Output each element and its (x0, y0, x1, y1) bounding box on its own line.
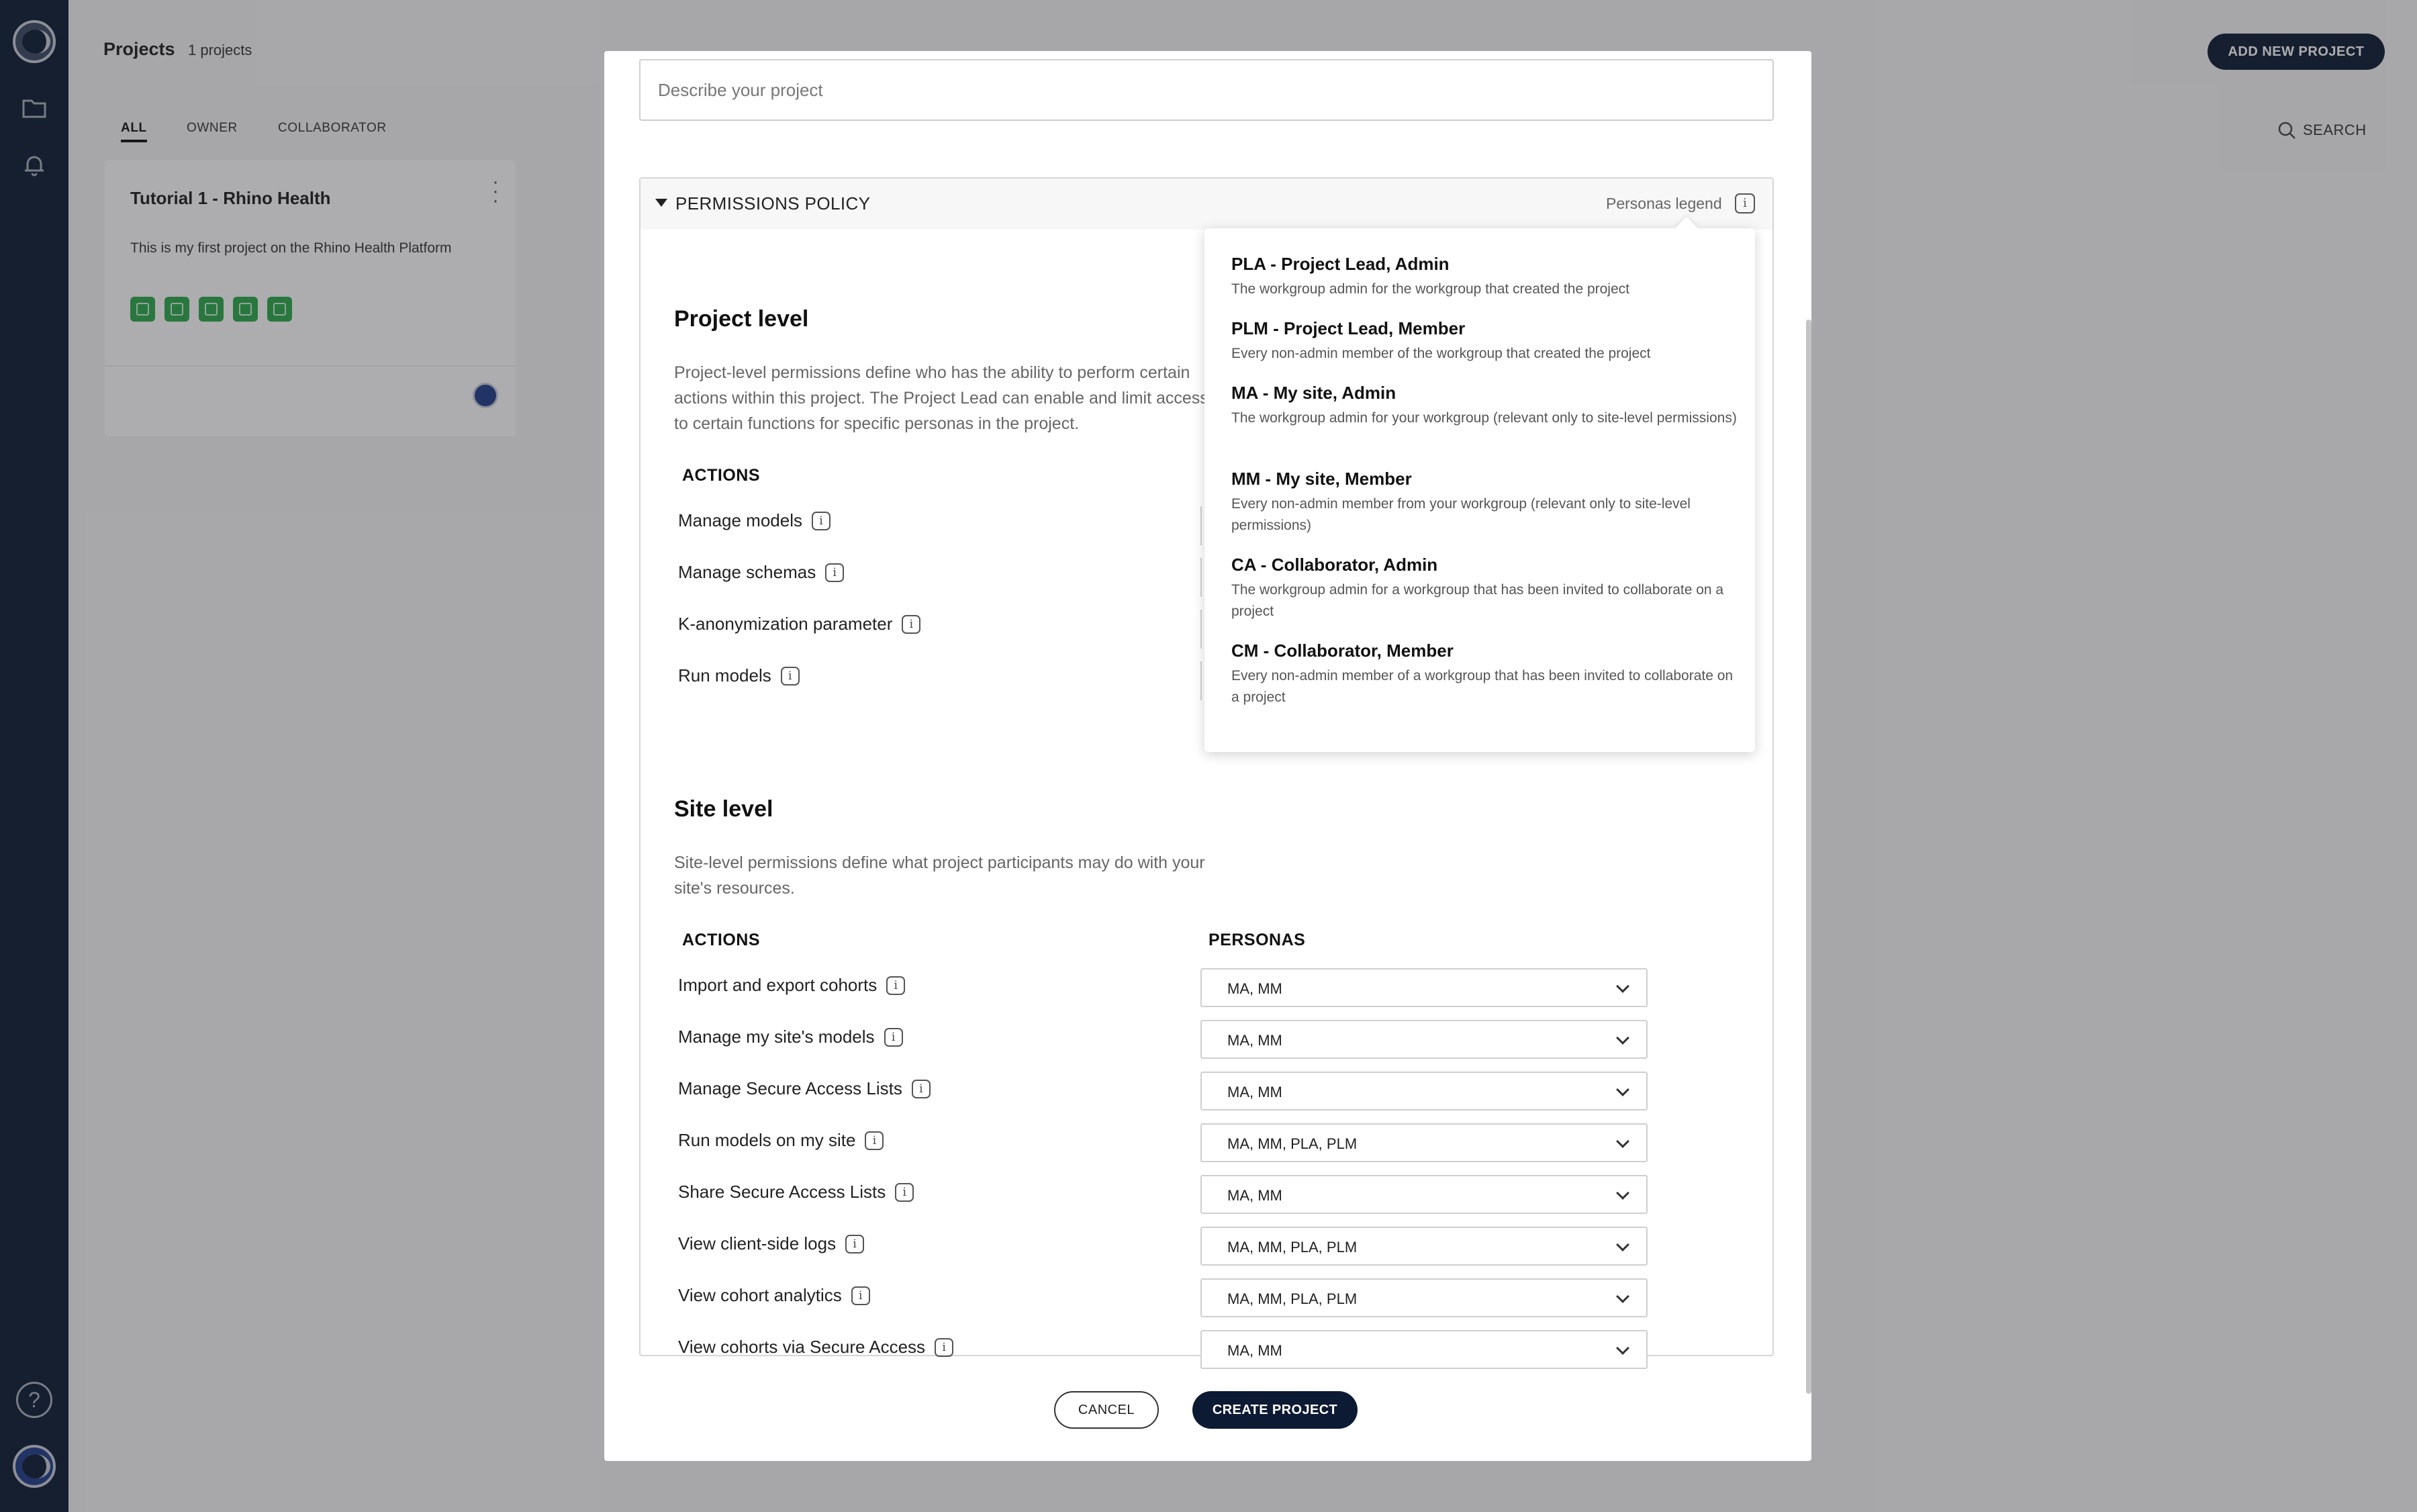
info-icon[interactable]: i (935, 1337, 954, 1357)
project-level-description: Project-level permissions define who has… (674, 363, 1208, 433)
create-project-button[interactable]: CREATE PROJECT (1192, 1391, 1358, 1429)
persona-select-value: MA, MM (1227, 1342, 1282, 1359)
info-icon[interactable]: i (886, 976, 906, 995)
legend-item-name: PLM - Project Lead, Member (1231, 318, 1466, 338)
action-label: Manage models (678, 510, 802, 530)
legend-item: CA - Collaborator, Admin The workgroup a… (1231, 555, 1742, 622)
project-action-row: Run models i (678, 665, 800, 686)
info-icon[interactable]: i (911, 1079, 931, 1098)
info-icon[interactable]: i (825, 563, 845, 582)
site-action-row: Import and export cohorts i (678, 975, 906, 996)
project-action-row: Manage schemas i (678, 562, 845, 583)
persona-select[interactable]: MA, MM (1200, 1175, 1648, 1214)
project-actions-header: ACTIONS (682, 466, 760, 485)
site-level-description: Site-level permissions define what proje… (674, 853, 1205, 898)
site-action-row: Manage Secure Access Lists i (678, 1078, 931, 1099)
persona-select-value: MA, MM (1227, 1032, 1282, 1049)
action-label: Import and export cohorts (678, 975, 878, 995)
project-level-title: Project level (674, 306, 809, 332)
site-action-row: View client-side logs i (678, 1233, 865, 1254)
persona-select-value: MA, MM, PLA, PLM (1227, 1239, 1358, 1256)
info-icon[interactable]: i (812, 511, 831, 530)
permissions-policy-header[interactable]: PERMISSIONS POLICY Personas legend i (641, 179, 1772, 230)
persona-select[interactable]: MA, MM (1200, 1020, 1648, 1059)
project-description-input[interactable]: Describe your project (639, 59, 1774, 121)
persona-select-value: MA, MM, PLA, PLM (1227, 1135, 1358, 1152)
persona-select-value: MA, MM (1227, 980, 1282, 997)
site-action-row: View cohort analytics i (678, 1285, 870, 1306)
legend-item: MA - My site, Admin The workgroup admin … (1231, 383, 1742, 429)
legend-item-name: MM - My site, Member (1231, 469, 1412, 489)
legend-item-name: PLA - Project Lead, Admin (1231, 254, 1450, 274)
action-label: Manage my site's models (678, 1027, 875, 1047)
legend-item-desc: Every non-admin member of the workgroup … (1231, 346, 1651, 361)
site-personas-header: PERSONAS (1208, 931, 1306, 949)
info-icon[interactable]: i (780, 666, 800, 686)
personas-legend-info-icon[interactable]: i (1735, 193, 1755, 214)
legend-item-desc: The workgroup admin for the workgroup th… (1231, 281, 1629, 297)
legend-item-name: MA - My site, Admin (1231, 383, 1396, 403)
action-label: Manage Secure Access Lists (678, 1078, 902, 1098)
site-action-row: View cohorts via Secure Access i (678, 1337, 954, 1358)
personas-legend-popover: PLA - Project Lead, Admin The workgroup … (1204, 228, 1755, 752)
chevron-down-icon (1616, 1341, 1629, 1355)
action-label: Share Secure Access Lists (678, 1182, 886, 1202)
caret-down-icon (655, 199, 667, 207)
chevron-down-icon (1616, 980, 1629, 993)
info-icon[interactable]: i (895, 1182, 914, 1202)
permissions-policy-title: PERMISSIONS POLICY (675, 193, 871, 214)
personas-legend-label: Personas legend (1606, 195, 1722, 212)
legend-item: CM - Collaborator, Member Every non-admi… (1231, 641, 1742, 708)
action-label: Manage schemas (678, 562, 816, 582)
persona-select[interactable]: MA, MM (1200, 968, 1648, 1007)
action-label: View cohort analytics (678, 1285, 842, 1305)
chevron-down-icon (1616, 1290, 1629, 1303)
project-action-row: Manage models i (678, 510, 831, 531)
persona-select[interactable]: MA, MM, PLA, PLM (1200, 1123, 1648, 1162)
persona-select-value: MA, MM (1227, 1084, 1282, 1100)
chevron-down-icon (1616, 1135, 1629, 1148)
site-action-row: Manage my site's models i (678, 1027, 903, 1047)
legend-item-desc: Every non-admin member from your workgro… (1231, 496, 1691, 533)
legend-item-desc: The workgroup admin for your workgroup (… (1231, 410, 1737, 426)
project-action-row: K-anonymization parameter i (678, 614, 921, 634)
action-label: K-anonymization parameter (678, 614, 893, 634)
legend-item-desc: Every non-admin member of a workgroup th… (1231, 668, 1734, 705)
chevron-down-icon (1616, 1031, 1629, 1045)
chevron-down-icon (1616, 1186, 1629, 1200)
info-icon[interactable]: i (845, 1234, 865, 1254)
legend-item-name: CA - Collaborator, Admin (1231, 555, 1438, 575)
persona-select[interactable]: MA, MM (1200, 1330, 1648, 1369)
legend-item-desc: The workgroup admin for a workgroup that… (1231, 582, 1724, 619)
site-level-title: Site level (674, 796, 773, 822)
action-label: View cohorts via Secure Access (678, 1337, 926, 1357)
chevron-down-icon (1616, 1238, 1629, 1251)
site-actions-header: ACTIONS (682, 931, 760, 949)
persona-select[interactable]: MA, MM, PLA, PLM (1200, 1227, 1648, 1266)
cancel-button[interactable]: CANCEL (1054, 1391, 1159, 1429)
info-icon[interactable]: i (865, 1131, 884, 1150)
legend-item-name: CM - Collaborator, Member (1231, 641, 1454, 661)
action-label: Run models on my site (678, 1130, 856, 1150)
legend-item: PLA - Project Lead, Admin The workgroup … (1231, 254, 1742, 300)
legend-item: PLM - Project Lead, Member Every non-adm… (1231, 318, 1742, 365)
info-icon[interactable]: i (851, 1286, 870, 1305)
action-label: Run models (678, 665, 771, 686)
legend-item: MM - My site, Member Every non-admin mem… (1231, 469, 1742, 536)
site-action-row: Share Secure Access Lists i (678, 1182, 914, 1202)
persona-select[interactable]: MA, MM (1200, 1072, 1648, 1111)
info-icon[interactable]: i (902, 614, 921, 634)
site-action-row: Run models on my site i (678, 1130, 884, 1151)
persona-select-value: MA, MM, PLA, PLM (1227, 1290, 1358, 1307)
persona-select[interactable]: MA, MM, PLA, PLM (1200, 1278, 1648, 1317)
chevron-down-icon (1616, 1083, 1629, 1096)
action-label: View client-side logs (678, 1233, 837, 1254)
info-icon[interactable]: i (884, 1027, 903, 1047)
modal-scrollbar[interactable] (1806, 320, 1811, 1394)
persona-select-value: MA, MM (1227, 1187, 1282, 1204)
